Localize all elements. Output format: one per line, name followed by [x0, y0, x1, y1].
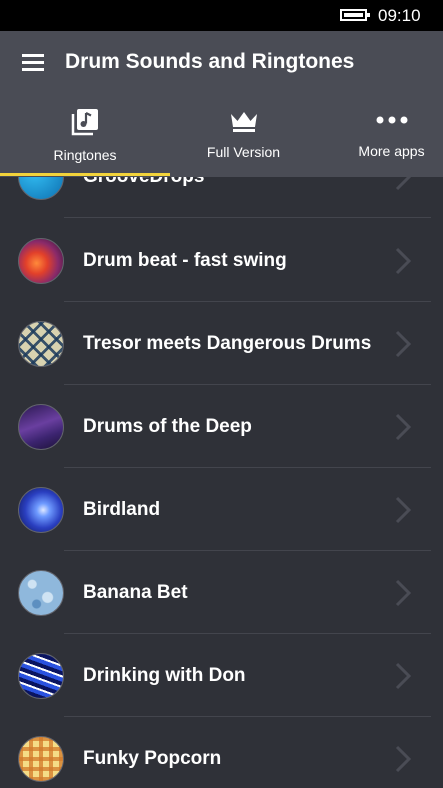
list-item[interactable]: Tresor meets Dangerous Drums	[0, 302, 443, 385]
tab-label-more-apps: More apps	[358, 143, 425, 159]
tab-more-apps[interactable]: More apps	[350, 97, 433, 177]
list-item[interactable]: Banana Bet	[0, 551, 443, 634]
app-header: Drum Sounds and Ringtones	[0, 31, 443, 97]
tab-label-full-version: Full Version	[206, 144, 281, 160]
tab-ringtones[interactable]: Ringtones	[25, 97, 145, 177]
chevron-right-icon	[395, 330, 412, 358]
ringtone-list[interactable]: GrooveDrops Drum beat - fast swing Treso…	[0, 177, 443, 788]
ringtone-thumbnail	[18, 177, 64, 200]
list-item[interactable]: GrooveDrops	[0, 177, 443, 218]
ringtone-title: Drum beat - fast swing	[83, 250, 287, 271]
chevron-right-icon	[395, 579, 412, 607]
crown-icon	[230, 112, 257, 132]
ringtone-title: Birdland	[83, 499, 161, 520]
chevron-right-icon	[395, 745, 412, 773]
ringtone-thumbnail	[18, 653, 64, 699]
ringtone-title: Drinking with Don	[83, 665, 246, 686]
more-dots-icon	[376, 116, 407, 124]
selected-tab-indicator	[0, 173, 170, 176]
ringtone-thumbnail	[18, 570, 64, 616]
ringtone-thumbnail	[18, 487, 64, 533]
chevron-right-icon	[395, 177, 412, 191]
ringtone-title: Drums of the Deep	[83, 416, 252, 437]
ringtone-title: Tresor meets Dangerous Drums	[83, 333, 372, 354]
status-bar: 09:10	[0, 0, 443, 31]
status-time: 09:10	[378, 6, 421, 25]
hamburger-menu-icon[interactable]	[22, 54, 44, 72]
tab-full-version[interactable]: Full Version	[186, 97, 301, 177]
chevron-right-icon	[395, 662, 412, 690]
music-library-icon	[71, 109, 98, 136]
list-item[interactable]: Funky Popcorn	[0, 717, 443, 788]
ringtone-title: Banana Bet	[83, 582, 188, 603]
list-item[interactable]: Drinking with Don	[0, 634, 443, 717]
list-divider	[64, 217, 431, 218]
chevron-right-icon	[395, 496, 412, 524]
tab-label-ringtones: Ringtones	[53, 147, 117, 163]
tab-bar: Ringtones Full Version More apps	[0, 97, 443, 177]
ringtone-thumbnail	[18, 736, 64, 782]
chevron-right-icon	[395, 247, 412, 275]
battery-icon	[340, 9, 370, 21]
ringtone-thumbnail	[18, 321, 64, 367]
list-item[interactable]: Drums of the Deep	[0, 385, 443, 468]
ringtone-thumbnail	[18, 238, 64, 284]
ringtone-title: GrooveDrops	[83, 177, 204, 188]
ringtone-title: Funky Popcorn	[83, 748, 222, 769]
list-item[interactable]: Drum beat - fast swing	[0, 219, 443, 302]
list-item[interactable]: Birdland	[0, 468, 443, 551]
chevron-right-icon	[395, 413, 412, 441]
ringtone-thumbnail	[18, 404, 64, 450]
app-title: Drum Sounds and Ringtones	[65, 50, 355, 73]
